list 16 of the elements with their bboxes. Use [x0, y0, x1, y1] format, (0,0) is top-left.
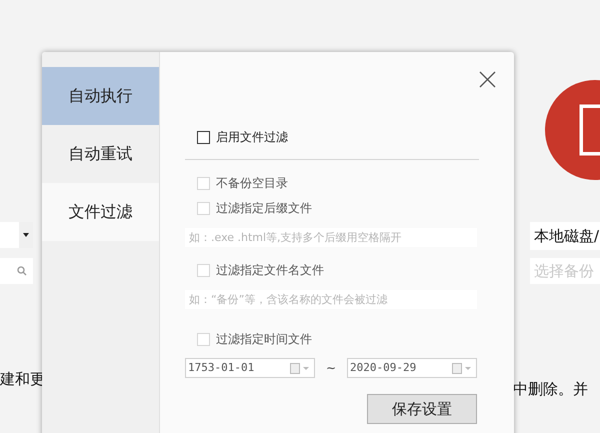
- checkbox-label: 过滤指定文件名文件: [216, 262, 324, 279]
- checkbox[interactable]: [197, 130, 210, 144]
- close-icon[interactable]: [479, 71, 496, 88]
- path-field[interactable]: 本地磁盘/: [530, 222, 600, 250]
- body-text: 中删除。并: [513, 379, 589, 400]
- save-settings-button[interactable]: 保存设置: [367, 394, 477, 424]
- checkbox-label: 过滤指定后缀文件: [216, 200, 312, 217]
- search-icon: [17, 266, 27, 276]
- dropdown-field[interactable]: [0, 222, 33, 248]
- sidebar-tab[interactable]: 自动执行: [42, 67, 159, 125]
- checkbox-label: 不备份空目录: [216, 175, 288, 192]
- checkbox-label: 启用文件过滤: [216, 129, 288, 146]
- search-field[interactable]: [0, 258, 33, 284]
- checkbox-label: 过滤指定时间文件: [216, 331, 312, 348]
- sidebar-tab[interactable]: 文件过滤: [42, 183, 159, 241]
- range-separator: ~: [326, 360, 336, 377]
